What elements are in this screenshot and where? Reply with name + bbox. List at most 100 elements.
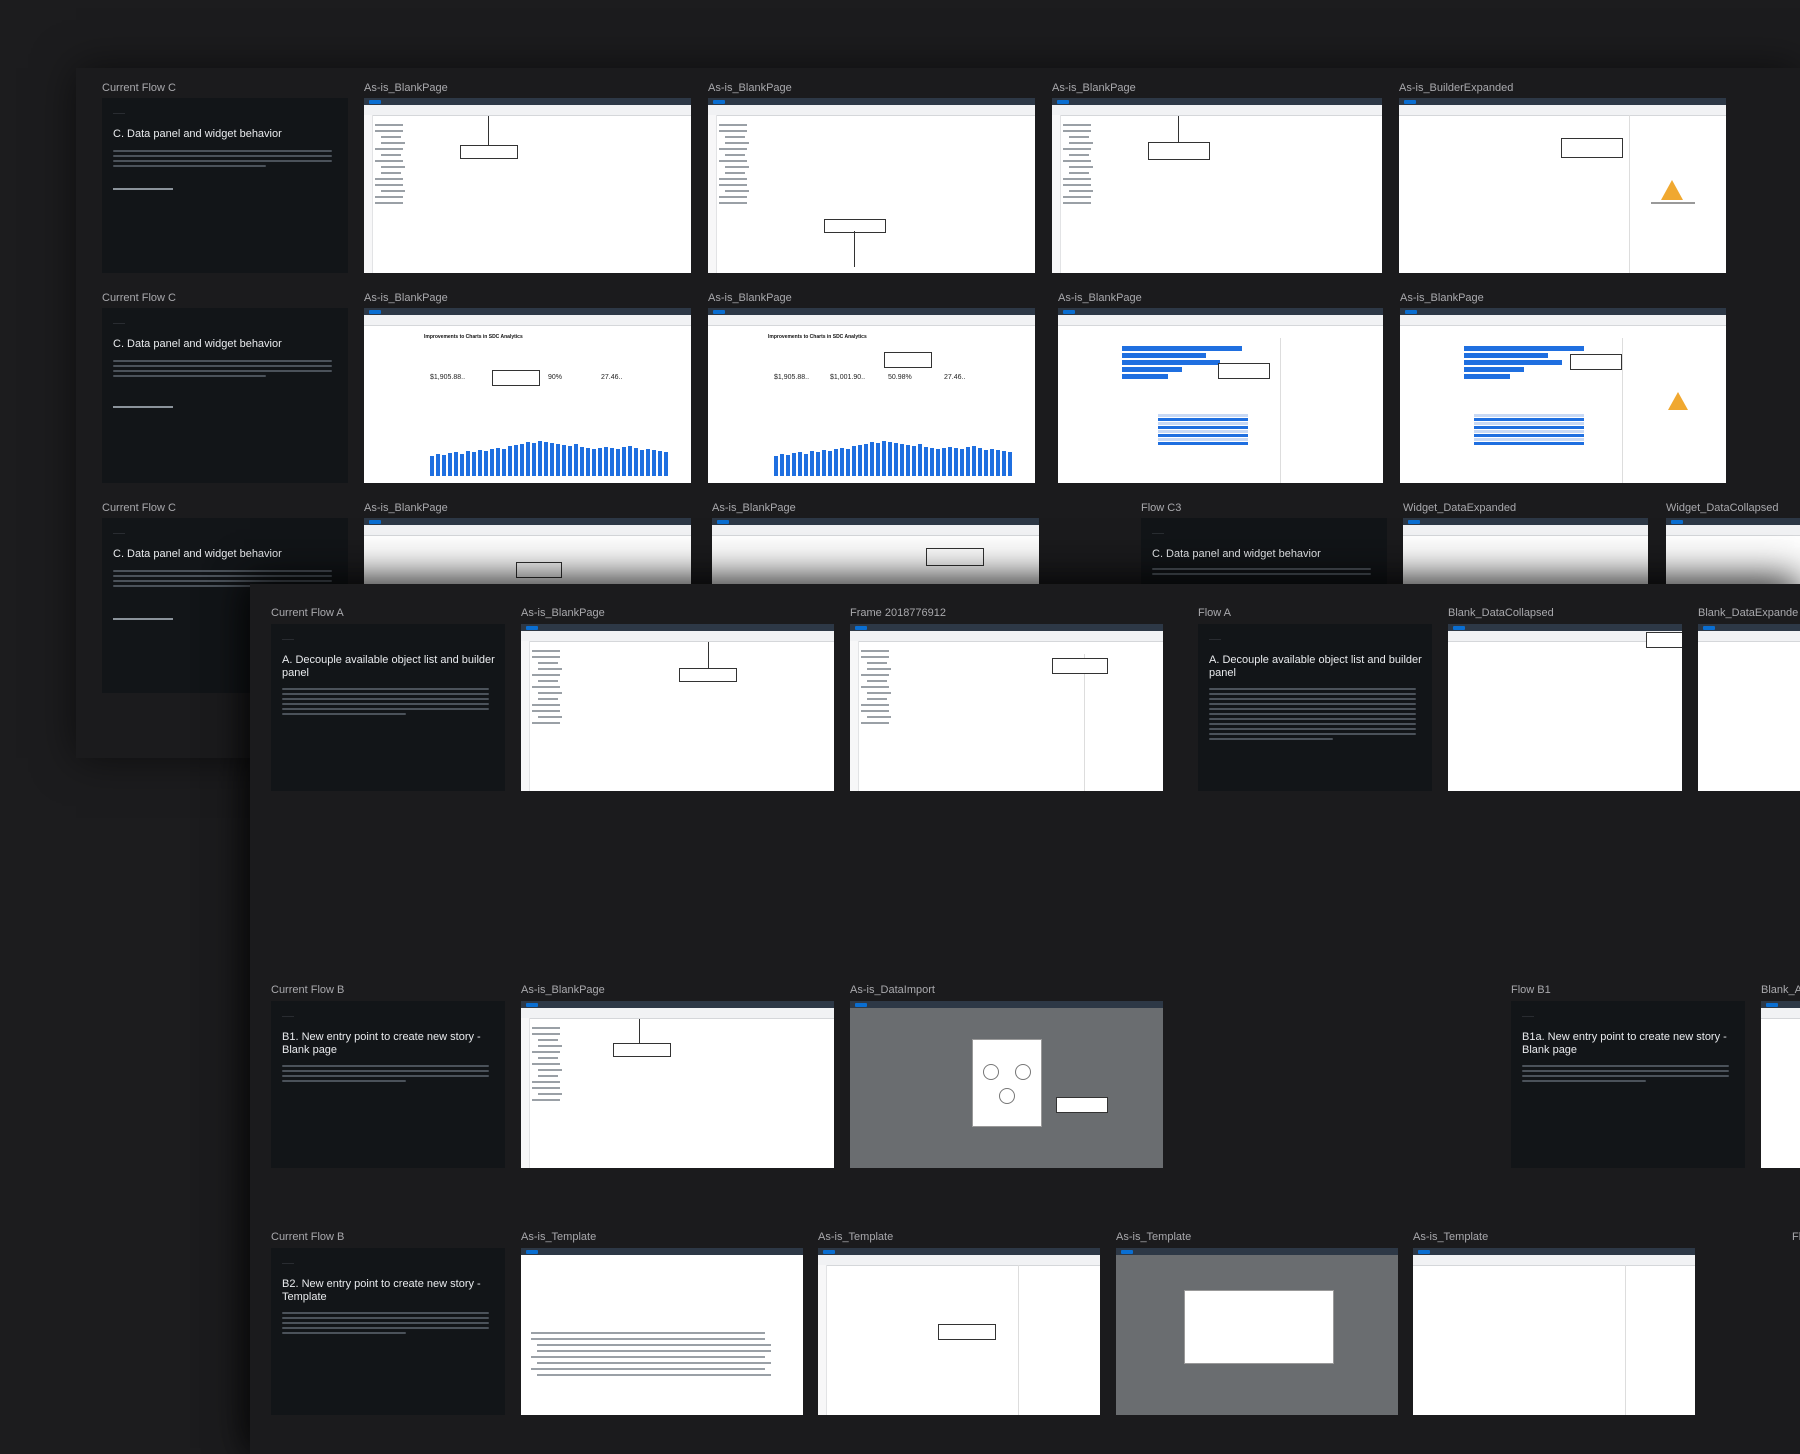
description-card[interactable]: ——— A. Decouple available object list an… — [271, 624, 505, 791]
screenshot-frame[interactable] — [1413, 1248, 1695, 1415]
screenshot-frame[interactable] — [1698, 624, 1800, 791]
description-card[interactable]: ——— C. Data panel and widget behavior — [1141, 518, 1387, 584]
description-card[interactable]: ——— B1. New entry point to create new st… — [271, 1001, 505, 1168]
shell-bar — [1666, 518, 1800, 525]
bar-chart — [774, 426, 1012, 476]
frame-label: As-is_BlankPage — [708, 292, 792, 304]
annotation-note — [679, 668, 737, 682]
screenshot-frame[interactable] — [521, 624, 834, 791]
annotation-line — [488, 116, 489, 146]
kpi-value: 27.46.. — [944, 374, 966, 381]
shell-bar — [850, 1001, 1163, 1008]
annotation-note — [884, 352, 932, 368]
frame-label: As-is_BuilderExpanded — [1399, 82, 1514, 94]
screenshot-frame[interactable] — [1403, 518, 1648, 584]
description-card[interactable]: ——— B1a. New entry point to create new s… — [1511, 1001, 1745, 1168]
screenshot-frame[interactable] — [850, 624, 1163, 791]
builder-divider — [1018, 1265, 1019, 1415]
shell-bar — [850, 624, 1163, 631]
screenshot-frame[interactable] — [850, 1001, 1163, 1168]
screenshot-frame[interactable]: Improvements to Charts in SDC Analytics … — [364, 308, 691, 483]
shell-bar — [708, 308, 1035, 315]
frame-label: As-is_BlankPage — [521, 984, 605, 996]
annotation-note — [1148, 142, 1210, 160]
screenshot-frame[interactable] — [1400, 308, 1726, 483]
screenshot-frame[interactable] — [364, 518, 691, 584]
screenshot-frame[interactable] — [1052, 98, 1382, 273]
card-kicker: ——— — [1522, 1013, 1534, 1018]
object-tree — [532, 1027, 572, 1105]
frame-label: Current Flow B — [271, 1231, 345, 1243]
frame-label: Blank_A — [1761, 984, 1800, 996]
builder-divider — [1622, 338, 1623, 483]
screenshot-frame[interactable] — [1666, 518, 1800, 584]
frame-label: As-is_BlankPage — [708, 82, 792, 94]
frame-label: As-is_BlankPage — [1052, 82, 1136, 94]
frame-label: Current Flow C — [102, 82, 176, 94]
screenshot-frame[interactable] — [712, 518, 1039, 584]
screenshot-frame[interactable] — [1058, 308, 1383, 483]
frame-label: As-is_BlankPage — [1058, 292, 1142, 304]
screenshot-frame[interactable] — [818, 1248, 1100, 1415]
shell-bar — [712, 518, 1039, 525]
shell-bar — [1399, 98, 1726, 105]
toolbar — [818, 1255, 1100, 1266]
kpi-value: 27.46.. — [601, 374, 623, 381]
screenshot-frame[interactable]: Improvements to Charts in SDC Analytics … — [708, 308, 1035, 483]
annotation-line — [1178, 116, 1179, 142]
frame-label: As-is_BlankPage — [712, 502, 796, 514]
empty-state-illustration — [1668, 392, 1688, 410]
screenshot-frame[interactable] — [364, 98, 691, 273]
frame-label: As-is_DataImport — [850, 984, 935, 996]
annotation-note — [1561, 138, 1623, 158]
card-body-text — [1152, 568, 1371, 578]
description-card[interactable]: ——— A. Decouple available object list an… — [1198, 624, 1432, 791]
shell-bar — [1116, 1248, 1398, 1255]
builder-divider — [1280, 338, 1281, 483]
heatmap-table — [1158, 414, 1248, 446]
kpi-value: $1,905.88.. — [774, 374, 810, 381]
toolbar — [1400, 315, 1726, 326]
card-body-text — [113, 360, 332, 380]
empty-state-illustration — [1661, 180, 1683, 200]
annotation-note — [1218, 363, 1270, 379]
side-rail — [1052, 115, 1061, 273]
card-title: B2. New entry point to create new story … — [282, 1278, 481, 1303]
shell-bar — [521, 1001, 834, 1008]
shell-bar — [1761, 1001, 1800, 1008]
frame-label: Current Flow C — [102, 292, 176, 304]
side-rail — [521, 1018, 530, 1168]
annotation-note — [460, 145, 518, 159]
shell-bar — [1052, 98, 1382, 105]
shell-bar — [364, 98, 691, 105]
annotation-note — [492, 370, 540, 386]
builder-divider — [1629, 115, 1630, 273]
toolbar — [1761, 1008, 1800, 1019]
description-card[interactable]: ——— C. Data panel and widget behavior — [102, 98, 348, 273]
frame-label: Blank_DataExpande — [1698, 607, 1799, 619]
description-card[interactable]: ——— C. Data panel and widget behavior — [102, 308, 348, 483]
description-card[interactable]: ——— B2. New entry point to create new st… — [271, 1248, 505, 1415]
shell-bar — [1448, 624, 1682, 631]
screenshot-frame[interactable] — [1761, 1001, 1800, 1168]
card-title: B1. New entry point to create new story … — [282, 1031, 481, 1056]
screenshot-frame[interactable] — [1399, 98, 1726, 273]
shell-bar — [521, 624, 834, 631]
screenshot-frame[interactable] — [521, 1001, 834, 1168]
screenshot-frame[interactable] — [708, 98, 1035, 273]
screenshot-frame[interactable] — [521, 1248, 803, 1415]
annotation-line — [639, 1019, 640, 1043]
toolbar — [1399, 105, 1726, 116]
data-import-dialog — [972, 1039, 1042, 1127]
card-body-text — [113, 150, 332, 170]
card-kicker: ——— — [113, 110, 125, 115]
card-kicker: ——— — [282, 1260, 294, 1265]
annotation-note — [1646, 632, 1682, 648]
frame-label: As-is_BlankPage — [521, 607, 605, 619]
toolbar — [1413, 1255, 1695, 1266]
toolbar — [364, 525, 691, 536]
shell-bar — [364, 308, 691, 315]
screenshot-frame[interactable] — [1116, 1248, 1398, 1415]
screenshot-frame[interactable] — [1448, 624, 1682, 791]
card-kicker: ——— — [1152, 530, 1164, 535]
